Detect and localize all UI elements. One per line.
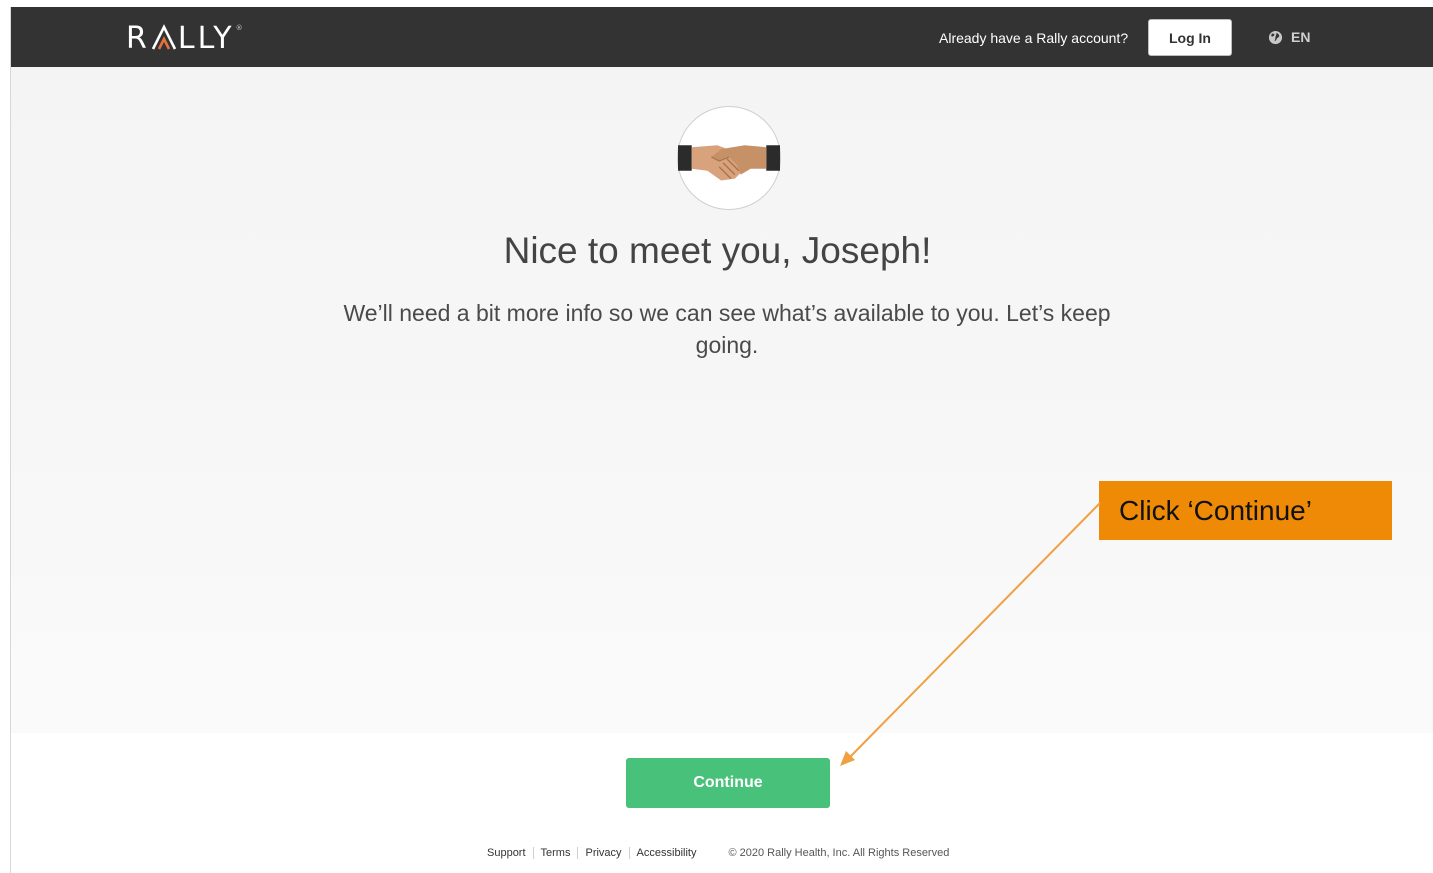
page-subtitle: We’ll need a bit more info so we can see…: [343, 300, 1111, 358]
rally-logo[interactable]: R LLY ®: [126, 21, 243, 56]
globe-icon: [1268, 30, 1283, 44]
footer-link-support[interactable]: Support: [487, 847, 526, 859]
login-button[interactable]: Log In: [1148, 19, 1232, 56]
footer-link-accessibility[interactable]: Accessibility: [637, 847, 697, 859]
footer-divider: [577, 847, 579, 859]
top-navbar: R LLY ® Already have a Rally account? Lo…: [11, 7, 1433, 67]
page-title: Nice to meet you, Joseph!: [503, 230, 932, 271]
annotation-callout: Click ‘Continue’: [1099, 481, 1392, 540]
footer-link-privacy[interactable]: Privacy: [585, 847, 621, 859]
logo-chevron-icon: [151, 24, 177, 50]
footer: Support Terms Privacy Accessibility © 20…: [487, 847, 949, 859]
footer-link-terms[interactable]: Terms: [541, 847, 571, 859]
copyright-text: © 2020 Rally Health, Inc. All Rights Res…: [728, 847, 950, 859]
logo-letters-lly: LLY: [177, 21, 235, 56]
language-selector[interactable]: EN: [1268, 29, 1310, 45]
footer-divider: [532, 847, 534, 859]
logo-letter-r: R: [126, 21, 150, 56]
continue-button[interactable]: Continue: [626, 758, 830, 808]
handshake-icon: [678, 145, 780, 181]
registered-mark: ®: [235, 24, 243, 32]
footer-divider: [628, 847, 630, 859]
page-frame: R LLY ® Already have a Rally account? Lo…: [10, 7, 1433, 873]
handshake-avatar: [677, 106, 781, 210]
account-prompt: Already have a Rally account?: [939, 30, 1129, 46]
language-label: EN: [1291, 29, 1311, 45]
